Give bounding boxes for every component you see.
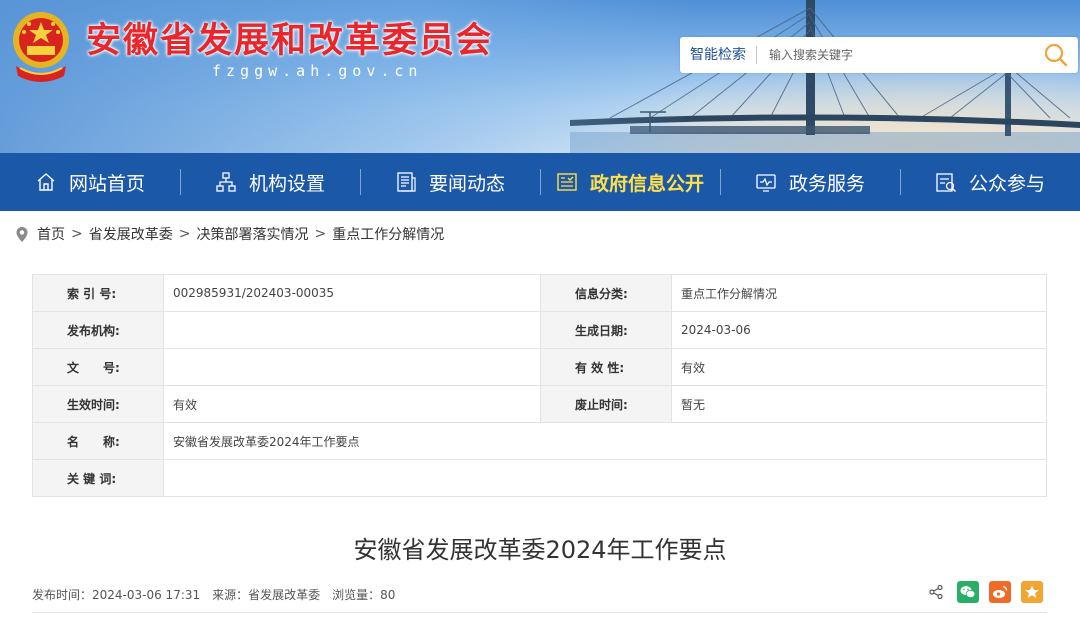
category-value: 重点工作分解情况 [671, 274, 1047, 312]
table-row: 关 键 词: [32, 459, 1047, 497]
table-row: 名 称: 安徽省发展改革委2024年工作要点 [32, 422, 1047, 460]
service-monitor-icon [755, 171, 777, 193]
table-row: 发布机构: 生成日期: 2024-03-06 [32, 311, 1047, 349]
favorite-star-icon [1025, 585, 1039, 598]
document-info-table: 索 引 号: 002985931/202403-00035 信息分类: 重点工作… [32, 274, 1047, 497]
wechat-icon [960, 586, 976, 598]
info-disclosure-icon [556, 171, 578, 193]
main-nav: 网站首页 机构设置 要闻动态 政府信息公开 政务服务 公众参与 [0, 153, 1080, 211]
effective-time-label: 生效时间: [32, 385, 164, 423]
nav-item-organization[interactable]: 机构设置 [180, 153, 360, 211]
participation-icon [935, 171, 957, 193]
national-emblem-icon [13, 12, 69, 82]
search-box: 智能检索 [680, 37, 1078, 73]
smart-search-label[interactable]: 智能检索 [680, 46, 757, 64]
breadcrumb: 首页 > 省发展改革委 > 决策部署落实情况 > 重点工作分解情况 [15, 224, 444, 244]
favorite-button[interactable] [1021, 581, 1043, 603]
share-bar [925, 581, 1043, 603]
org-chart-icon [215, 171, 237, 193]
publisher-label: 发布机构: [32, 311, 164, 349]
search-input[interactable] [757, 40, 1034, 70]
created-date-label: 生成日期: [540, 311, 672, 349]
doc-no-value [163, 348, 541, 386]
site-header: 安徽省发展和改革委员会 fzggw.ah.gov.cn 智能检索 [0, 0, 1080, 153]
search-icon [1044, 43, 1068, 67]
nav-item-gov-info[interactable]: 政府信息公开 [540, 153, 720, 211]
table-row: 索 引 号: 002985931/202403-00035 信息分类: 重点工作… [32, 274, 1047, 312]
effective-time-value: 有效 [163, 385, 541, 423]
breadcrumb-separator: > [71, 226, 83, 242]
article-meta: 发布时间：2024-03-06 17:31 来源：省发展改革委 浏览量：80 [32, 586, 395, 603]
created-date-value: 2024-03-06 [671, 311, 1047, 349]
table-row: 生效时间: 有效 废止时间: 暂无 [32, 385, 1047, 423]
search-button[interactable] [1034, 37, 1078, 73]
nav-item-label: 公众参与 [968, 172, 1045, 195]
breadcrumb-decisions[interactable]: 决策部署落实情况 [196, 224, 308, 244]
home-icon [35, 171, 57, 193]
nav-item-label: 要闻动态 [428, 172, 505, 195]
abolish-time-value: 暂无 [671, 385, 1047, 423]
share-button[interactable] [925, 581, 947, 603]
publish-time: 发布时间：2024-03-06 17:31 [32, 588, 201, 602]
nav-item-home[interactable]: 网站首页 [0, 153, 180, 211]
category-label: 信息分类: [540, 274, 672, 312]
wechat-share-button[interactable] [957, 581, 979, 603]
site-title[interactable]: 安徽省发展和改革委员会 [86, 12, 493, 63]
keywords-label: 关 键 词: [32, 459, 164, 497]
validity-value: 有效 [671, 348, 1047, 386]
site-domain: fzggw.ah.gov.cn [212, 62, 423, 80]
doc-no-label: 文 号: [32, 348, 164, 386]
article-divider [32, 612, 1047, 613]
nav-item-news[interactable]: 要闻动态 [360, 153, 540, 211]
name-label: 名 称: [32, 422, 164, 460]
table-row: 文 号: 有 效 性: 有效 [32, 348, 1047, 386]
breadcrumb-home[interactable]: 首页 [37, 224, 65, 244]
article-title: 安徽省发展改革委2024年工作要点 [353, 536, 727, 564]
view-count: 浏览量：80 [332, 588, 396, 602]
publisher-value [163, 311, 541, 349]
news-icon [395, 171, 417, 193]
nav-item-label: 政务服务 [788, 172, 865, 195]
weibo-share-button[interactable] [989, 581, 1011, 603]
abolish-time-label: 废止时间: [540, 385, 672, 423]
keywords-value [163, 459, 1047, 497]
nav-item-label: 网站首页 [68, 172, 145, 195]
index-no-label: 索 引 号: [32, 274, 164, 312]
name-value: 安徽省发展改革委2024年工作要点 [163, 422, 1047, 460]
article-source: 来源：省发展改革委 [212, 588, 321, 602]
nav-item-label: 机构设置 [248, 172, 325, 195]
nav-item-label: 政府信息公开 [589, 172, 704, 195]
location-pin-icon [15, 226, 29, 243]
nav-item-participation[interactable]: 公众参与 [900, 153, 1080, 211]
validity-label: 有 效 性: [540, 348, 672, 386]
weibo-icon [993, 585, 1008, 598]
index-no-value: 002985931/202403-00035 [163, 274, 541, 312]
breadcrumb-ndrc[interactable]: 省发展改革委 [89, 224, 173, 244]
breadcrumb-current[interactable]: 重点工作分解情况 [332, 224, 444, 244]
breadcrumb-separator: > [314, 226, 327, 242]
nav-item-services[interactable]: 政务服务 [720, 153, 900, 211]
share-icon [929, 584, 943, 600]
breadcrumb-separator: > [178, 226, 191, 242]
